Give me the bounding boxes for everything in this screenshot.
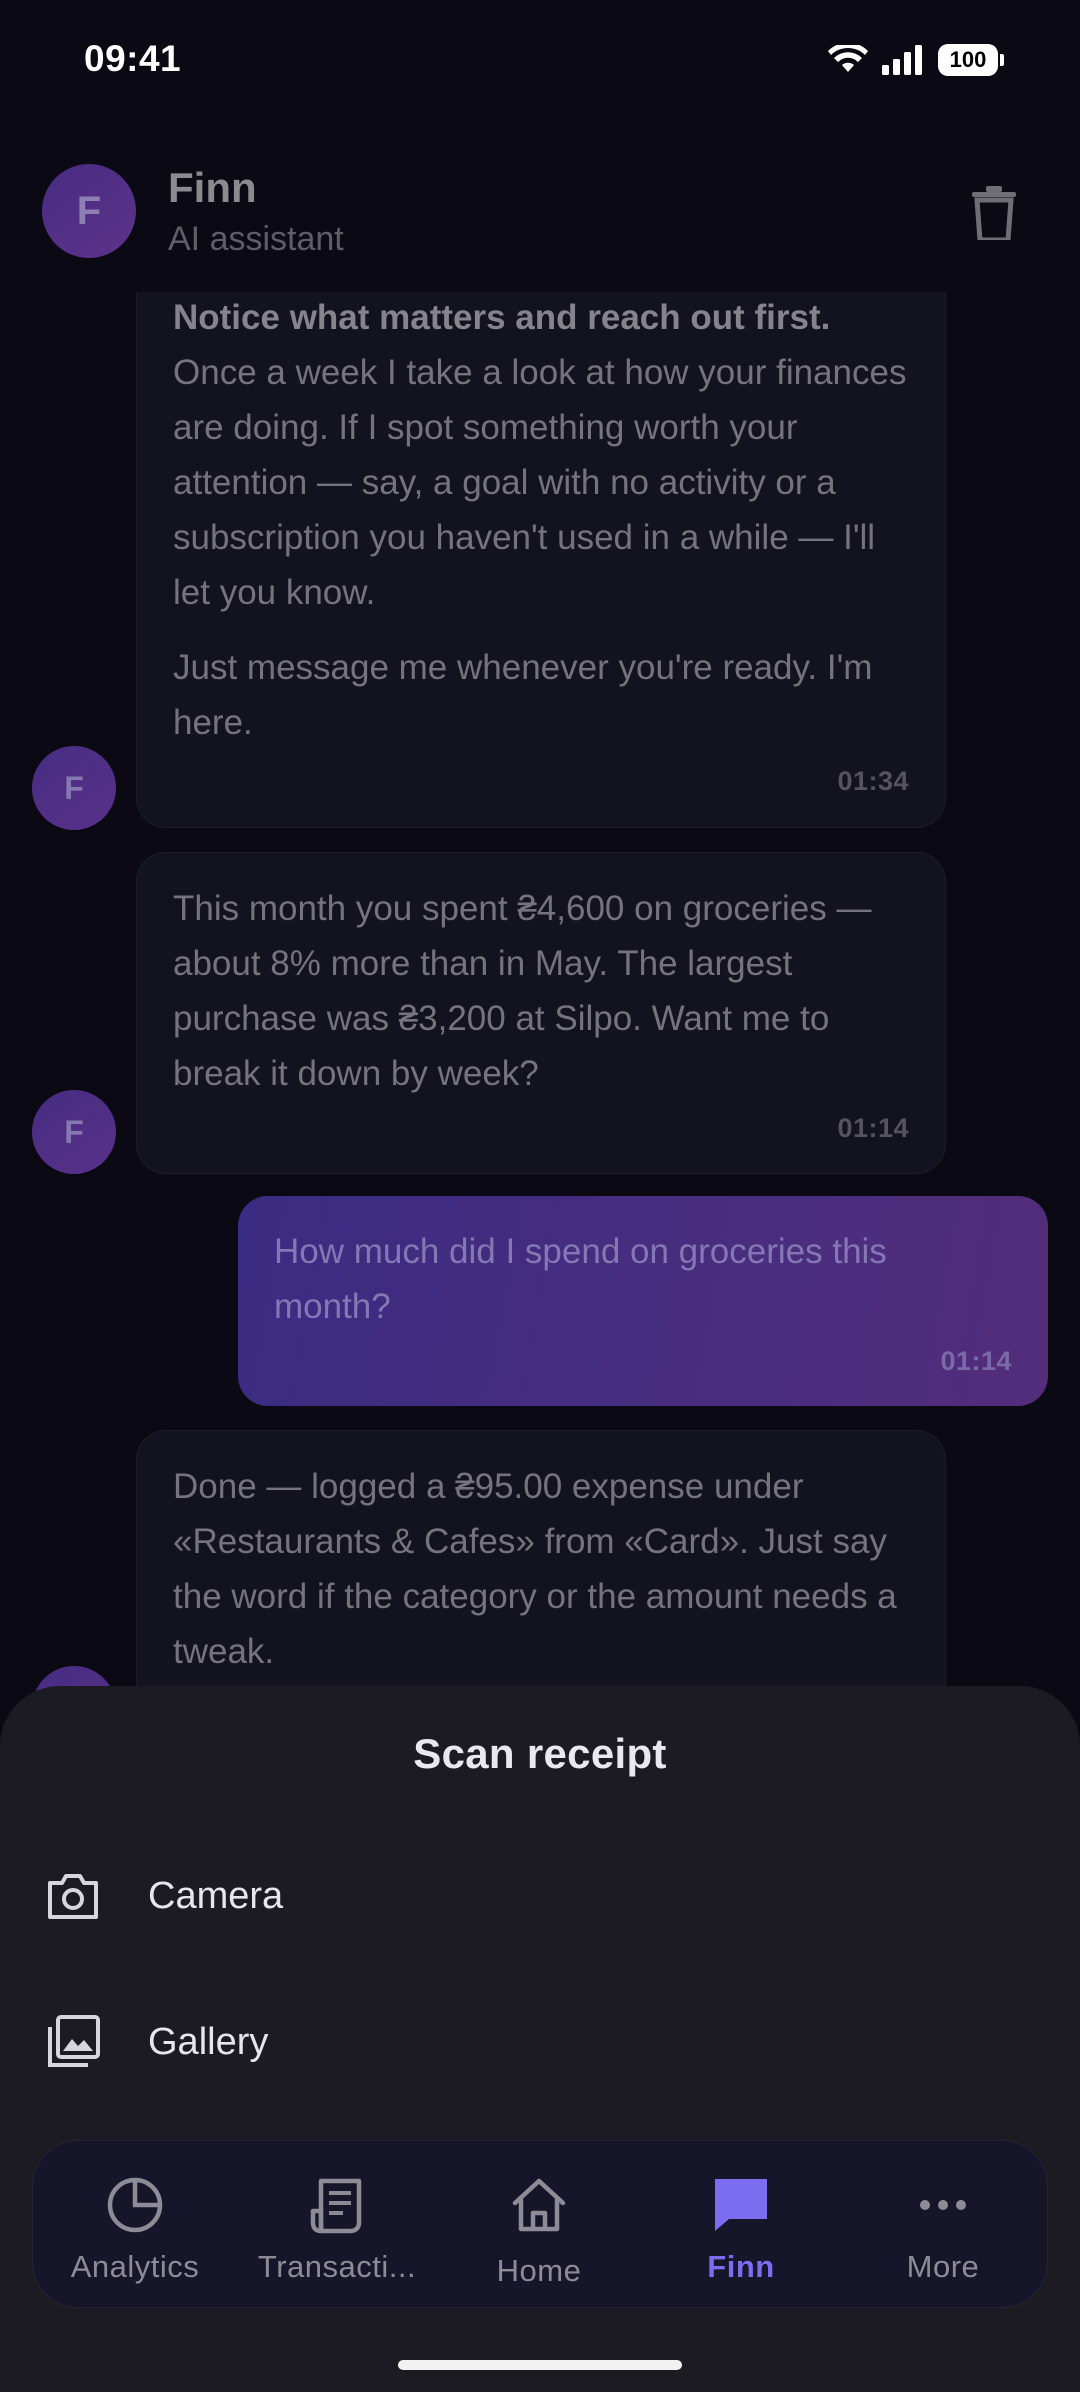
home-indicator[interactable]	[398, 2360, 682, 2370]
message-bold-text: Notice what matters and reach out first.	[173, 298, 831, 337]
nav-label: Home	[496, 2253, 582, 2288]
nav-label: Analytics	[70, 2249, 200, 2284]
sheet-option-camera[interactable]: Camera	[0, 1836, 1080, 1956]
sheet-option-gallery[interactable]: Gallery	[0, 1982, 1080, 2102]
nav-item-home[interactable]: Home	[439, 2141, 639, 2309]
nav-label: Finn	[707, 2249, 775, 2284]
assistant-avatar: F	[32, 1090, 116, 1174]
message-time: 01:34	[837, 766, 909, 796]
wifi-icon	[828, 45, 868, 72]
chat-icon	[715, 2179, 767, 2231]
more-icon	[920, 2200, 966, 2210]
home-icon	[512, 2178, 566, 2232]
status-time: 09:41	[84, 38, 182, 79]
assistant-avatar: F	[32, 746, 116, 830]
status-bar: 09:41 100	[0, 0, 1080, 124]
assistant-subtitle: AI assistant	[168, 220, 344, 258]
message-time: 01:14	[837, 1113, 909, 1143]
nav-label: Transacti...	[257, 2249, 417, 2284]
nav-item-more[interactable]: More	[843, 2141, 1043, 2309]
message-text: Done — logged a ₴95.00 expense under «Re…	[173, 1467, 897, 1671]
app-screen: 09:41 100 Notice what matters and reach …	[0, 0, 1080, 2392]
sheet-option-label: Gallery	[148, 2020, 269, 2063]
message-bubble-assistant: Notice what matters and reach out first.…	[136, 262, 946, 828]
nav-item-analytics[interactable]: Analytics	[35, 2141, 235, 2309]
message-text-secondary: Just message me whenever you're ready. I…	[173, 648, 873, 742]
bottom-navigation: Analytics Transacti... Home Finn More	[32, 2140, 1048, 2308]
nav-item-finn[interactable]: Finn	[641, 2141, 841, 2309]
signal-icon	[882, 45, 922, 75]
message-text: Once a week I take a look at how your fi…	[173, 353, 907, 612]
assistant-name: Finn	[168, 164, 257, 211]
sheet-title: Scan receipt	[413, 1730, 667, 1777]
chat-header: F Finn AI assistant	[0, 130, 1080, 292]
gallery-icon	[48, 2015, 100, 2067]
battery-indicator: 100	[938, 44, 1004, 76]
receipt-icon	[310, 2178, 362, 2234]
message-bubble-assistant: This month you spent ₴4,600 on groceries…	[136, 852, 946, 1174]
nav-label: More	[906, 2249, 980, 2284]
analytics-icon	[107, 2177, 163, 2233]
sheet-option-label: Camera	[148, 1874, 284, 1917]
message-text: How much did I spend on groceries this m…	[274, 1232, 887, 1326]
assistant-avatar-large: F	[42, 164, 136, 258]
trash-icon[interactable]	[972, 186, 1016, 240]
nav-item-transactions[interactable]: Transacti...	[237, 2141, 437, 2309]
message-text: This month you spent ₴4,600 on groceries…	[173, 889, 872, 1093]
message-time: 01:14	[940, 1346, 1012, 1376]
message-bubble-user: How much did I spend on groceries this m…	[238, 1196, 1048, 1406]
status-icons: 100	[828, 44, 1004, 76]
camera-icon	[48, 1874, 98, 1919]
